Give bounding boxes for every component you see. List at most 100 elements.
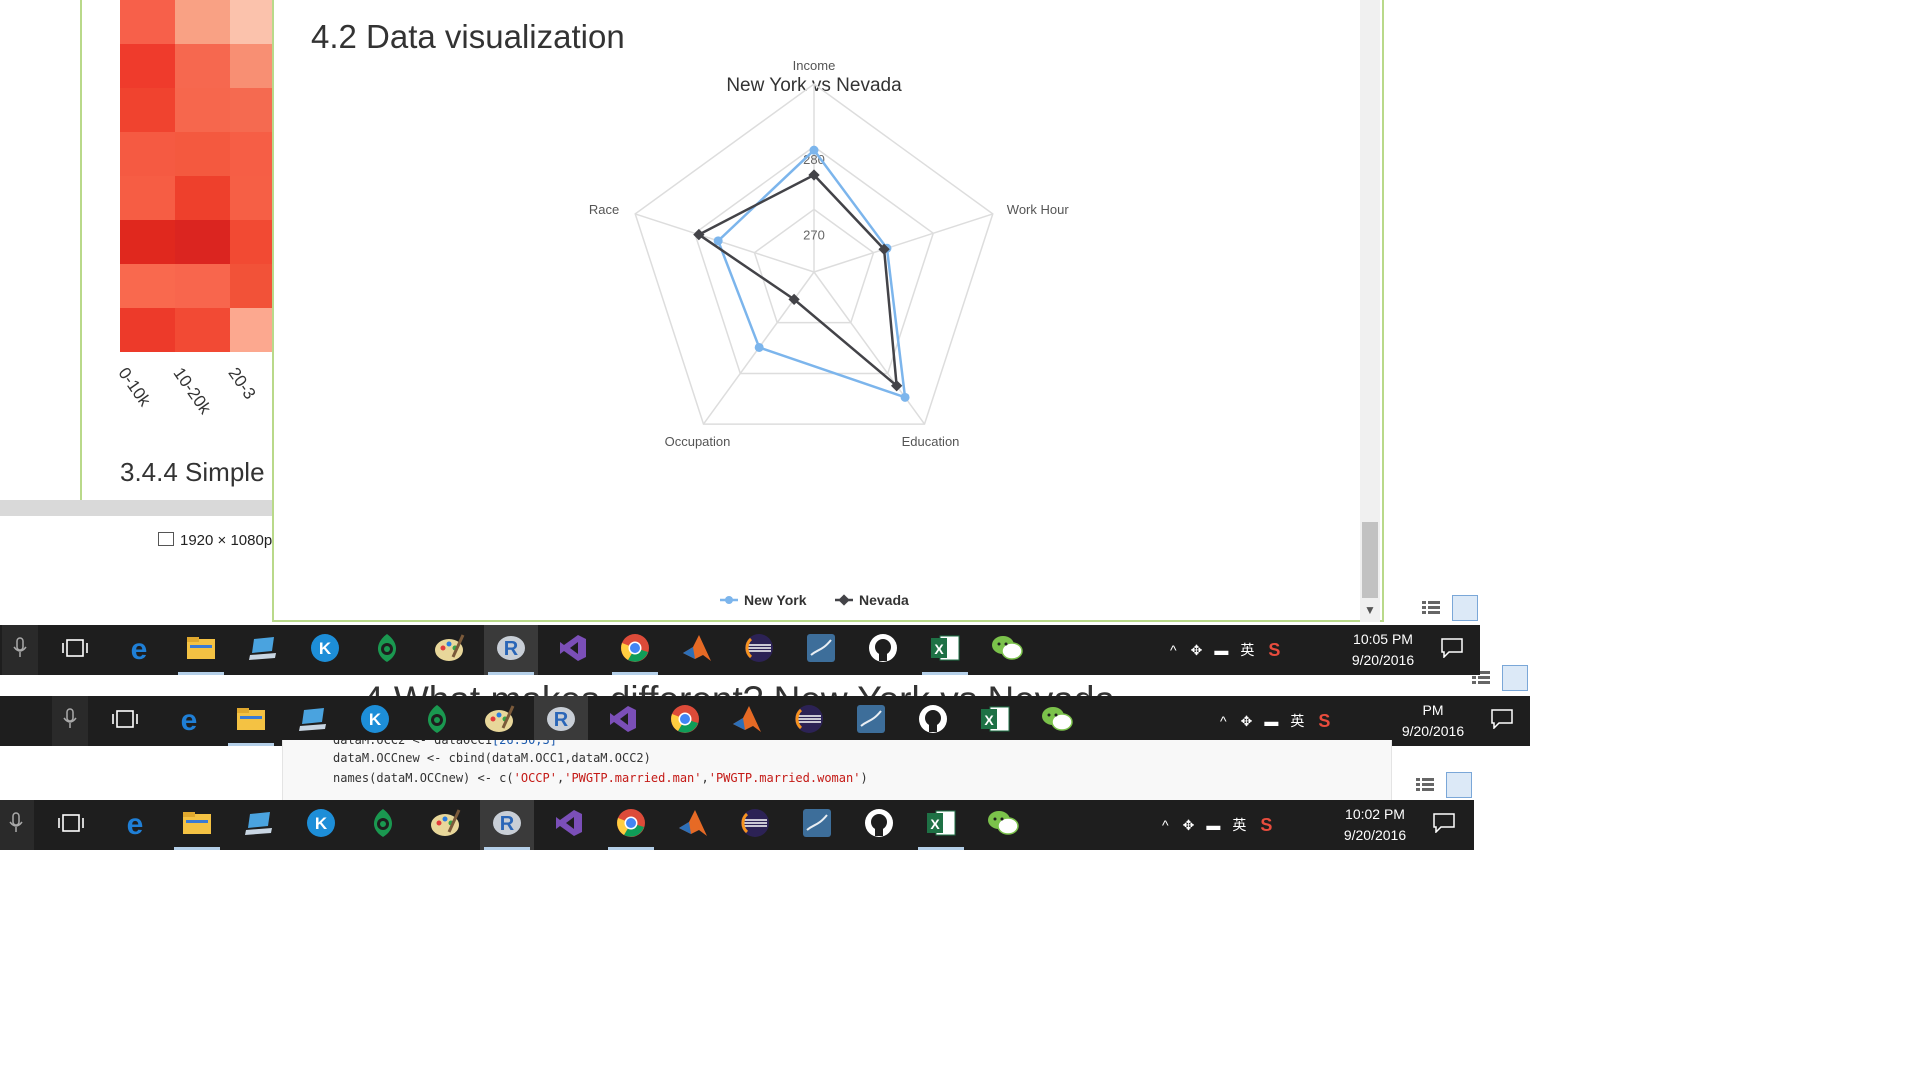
taskbar-matlab-button[interactable] xyxy=(720,696,774,746)
preview-view-icon[interactable] xyxy=(1502,665,1528,691)
taskbar-file-explorer-button[interactable] xyxy=(224,696,278,746)
taskbar-excel-button[interactable]: X xyxy=(968,696,1022,746)
preview-view-icon[interactable] xyxy=(1452,595,1478,621)
taskbar-excel-button[interactable]: X xyxy=(918,625,972,675)
svg-text:R: R xyxy=(500,813,515,835)
battery-icon[interactable]: ▬ xyxy=(1214,642,1228,658)
taskbar-file-explorer-button[interactable] xyxy=(174,625,228,675)
heatmap-cell xyxy=(120,264,175,308)
action-center-button[interactable] xyxy=(1432,625,1472,675)
taskbar-paint-button[interactable] xyxy=(472,696,526,746)
wechat-icon xyxy=(1041,705,1073,738)
radar-axis-label: Income xyxy=(793,60,836,73)
taskbar-edge-button[interactable]: e xyxy=(108,800,162,850)
taskbar-github-button[interactable] xyxy=(906,696,960,746)
scroll-down-arrow-icon[interactable]: ▼ xyxy=(1362,602,1378,618)
taskbar-task-view-button[interactable] xyxy=(44,800,98,850)
svg-text:K: K xyxy=(315,814,328,833)
data-point xyxy=(809,145,819,155)
taskbar-kodi-button[interactable]: K xyxy=(298,625,352,675)
svg-text:K: K xyxy=(319,639,332,658)
ime-indicator[interactable]: 英 xyxy=(1290,711,1304,731)
taskbar-r-button[interactable]: R xyxy=(480,800,534,850)
scrollbar-thumb[interactable] xyxy=(1362,522,1378,598)
taskbar-eclipse-button[interactable] xyxy=(728,800,782,850)
code-token: [26:50,3] xyxy=(491,740,557,747)
clock-date: 9/20/2016 xyxy=(1351,652,1415,668)
taskbar-wechat-button[interactable] xyxy=(976,800,1030,850)
taskbar-remote-desktop-button[interactable] xyxy=(232,800,286,850)
preview-view-icon[interactable] xyxy=(1446,772,1472,798)
chevron-up-icon[interactable]: ^ xyxy=(1162,817,1169,833)
series-line-nevada xyxy=(696,173,899,389)
matlab-icon xyxy=(731,704,763,739)
chevron-up-icon[interactable]: ^ xyxy=(1220,713,1227,729)
view-toggle[interactable] xyxy=(1422,595,1482,621)
ime-indicator[interactable]: 英 xyxy=(1240,640,1254,660)
clock[interactable]: 10:05 PM 9/20/2016 xyxy=(1338,629,1428,671)
taskbar-visual-studio-button[interactable] xyxy=(542,800,596,850)
details-view-icon[interactable] xyxy=(1422,601,1440,615)
sogou-input-icon[interactable]: S xyxy=(1268,640,1280,661)
taskbar-paint-button[interactable] xyxy=(422,625,476,675)
taskbar-chrome-button[interactable] xyxy=(658,696,712,746)
taskbar-edge-button[interactable]: e xyxy=(112,625,166,675)
heatmap-cell xyxy=(120,176,175,220)
taskbar-mysql-workbench-button[interactable] xyxy=(844,696,898,746)
battery-icon[interactable]: ▬ xyxy=(1206,817,1220,833)
taskbar-kodi-button[interactable]: K xyxy=(348,696,402,746)
taskbar-microphone-button[interactable] xyxy=(2,625,38,675)
taskbar-rstudio-shiny-button[interactable] xyxy=(410,696,464,746)
view-toggle[interactable] xyxy=(1472,665,1532,691)
taskbar-github-button[interactable] xyxy=(856,625,910,675)
taskbar-chrome-button[interactable] xyxy=(604,800,658,850)
dropbox-icon[interactable]: ✥ xyxy=(1191,642,1203,659)
taskbar-chrome-button[interactable] xyxy=(608,625,662,675)
taskbar-microphone-button[interactable] xyxy=(0,800,34,850)
taskbar-r-button[interactable]: R xyxy=(534,696,588,746)
action-center-button[interactable] xyxy=(1482,696,1522,746)
taskbar-file-explorer-button[interactable] xyxy=(170,800,224,850)
taskbar-remote-desktop-button[interactable] xyxy=(286,696,340,746)
taskbar-matlab-button[interactable] xyxy=(666,800,720,850)
view-toggle[interactable] xyxy=(1416,772,1476,798)
taskbar-eclipse-button[interactable] xyxy=(732,625,786,675)
action-center-button[interactable] xyxy=(1424,800,1464,850)
dropbox-icon[interactable]: ✥ xyxy=(1183,817,1195,834)
taskbar-github-button[interactable] xyxy=(852,800,906,850)
taskbar-remote-desktop-button[interactable] xyxy=(236,625,290,675)
taskbar-paint-button[interactable] xyxy=(418,800,472,850)
kodi-icon: K xyxy=(360,704,390,739)
taskbar-kodi-button[interactable]: K xyxy=(294,800,348,850)
taskbar-visual-studio-button[interactable] xyxy=(596,696,650,746)
taskbar-rstudio-shiny-button[interactable] xyxy=(360,625,414,675)
ime-indicator[interactable]: 英 xyxy=(1232,815,1246,835)
clock[interactable]: 10:02 PM 9/20/2016 xyxy=(1330,804,1420,846)
taskbar-edge-button[interactable]: e xyxy=(162,696,216,746)
clock[interactable]: PM 9/20/2016 xyxy=(1388,700,1478,742)
taskbar-visual-studio-button[interactable] xyxy=(546,625,600,675)
taskbar-mysql-workbench-button[interactable] xyxy=(790,800,844,850)
details-view-icon[interactable] xyxy=(1416,778,1434,792)
heatmap-cell xyxy=(120,220,175,264)
taskbar-wechat-button[interactable] xyxy=(980,625,1034,675)
taskbar-matlab-button[interactable] xyxy=(670,625,724,675)
taskbar-excel-button[interactable]: X xyxy=(914,800,968,850)
heatmap-cell xyxy=(120,132,175,176)
taskbar-task-view-button[interactable] xyxy=(48,625,102,675)
battery-icon[interactable]: ▬ xyxy=(1264,713,1278,729)
taskbar-wechat-button[interactable] xyxy=(1030,696,1084,746)
excel-icon: X xyxy=(926,808,956,843)
taskbar-r-button[interactable]: R xyxy=(484,625,538,675)
taskbar-rstudio-shiny-button[interactable] xyxy=(356,800,410,850)
taskbar-mysql-workbench-button[interactable] xyxy=(794,625,848,675)
taskbar-task-view-button[interactable] xyxy=(98,696,152,746)
taskbar-microphone-button[interactable] xyxy=(52,696,88,746)
taskbar-eclipse-button[interactable] xyxy=(782,696,836,746)
sogou-input-icon[interactable]: S xyxy=(1260,815,1272,836)
dropbox-icon[interactable]: ✥ xyxy=(1241,713,1253,730)
sogou-input-icon[interactable]: S xyxy=(1318,711,1330,732)
remote-desktop-icon xyxy=(248,635,278,666)
chevron-up-icon[interactable]: ^ xyxy=(1170,642,1177,658)
taskbar: e K R X ^ ✥ ▬ 英 S PM 9/20/2016 xyxy=(0,696,1530,746)
